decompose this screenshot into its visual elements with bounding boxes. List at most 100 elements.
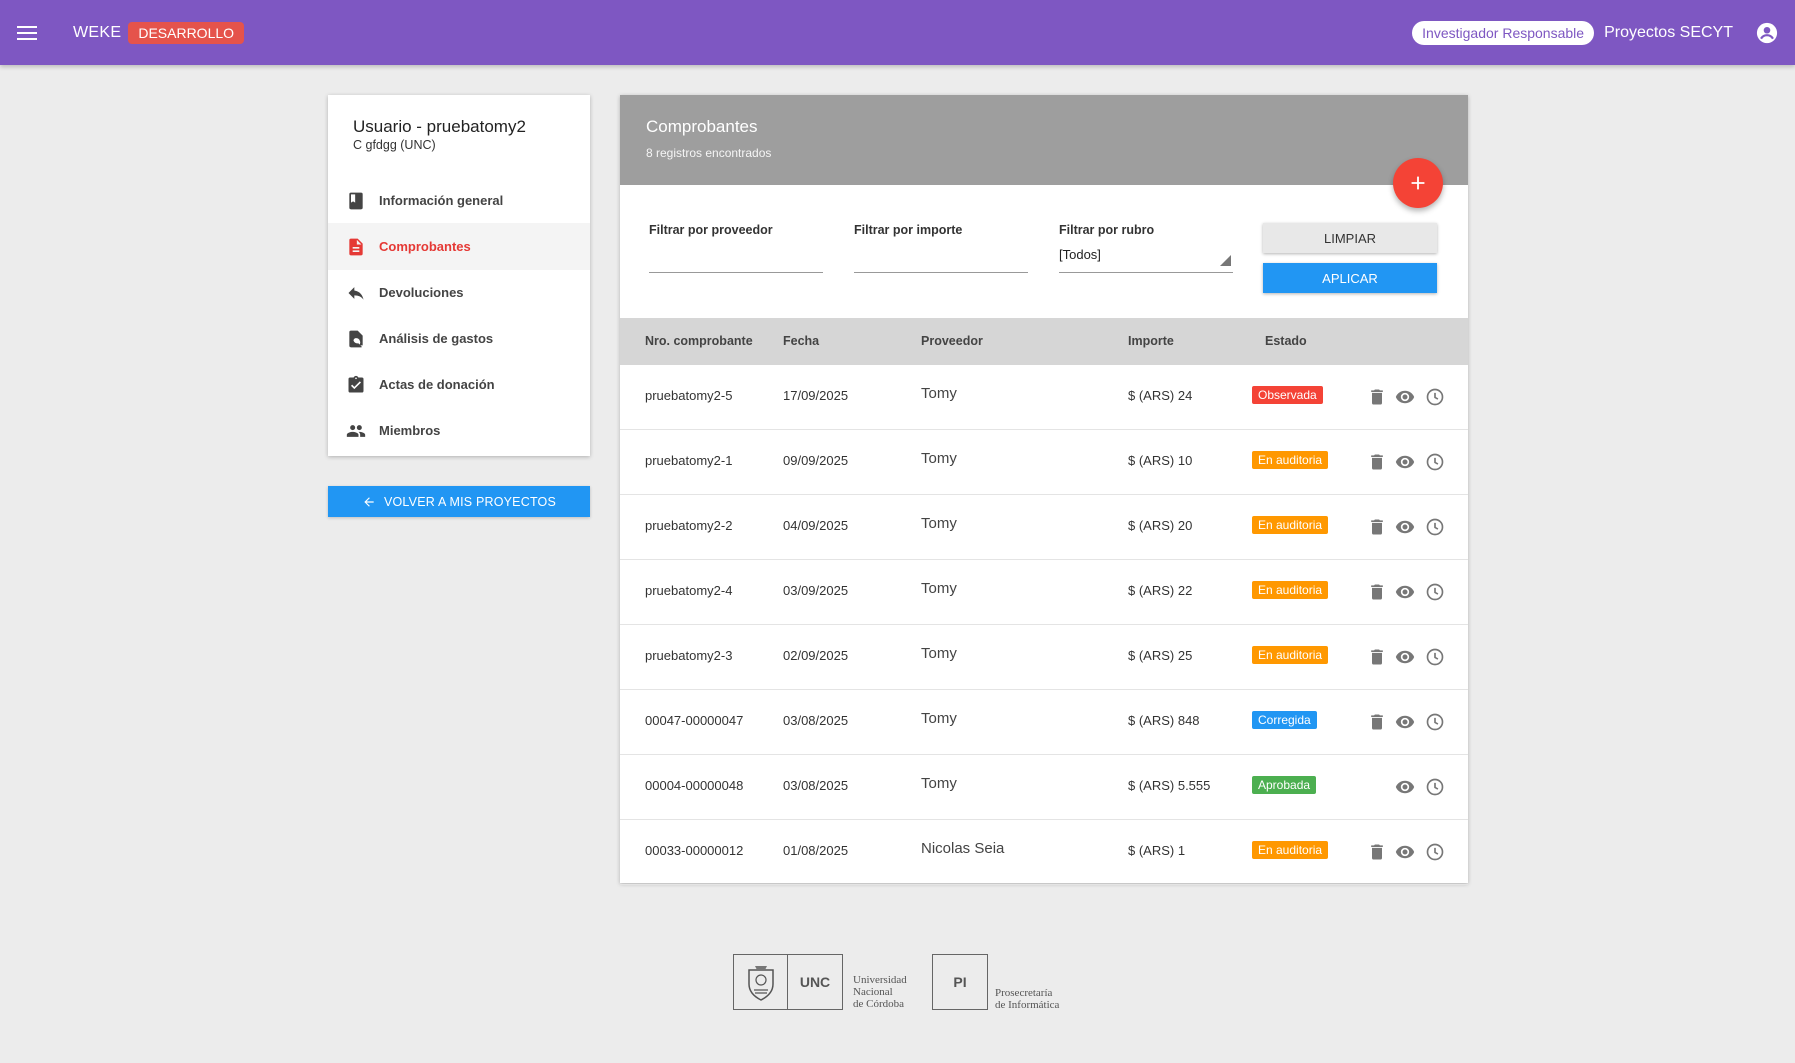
sidebar-item-miembros[interactable]: Miembros [328, 407, 590, 454]
pi-line: de Informática [995, 999, 1060, 1011]
delete-icon [1371, 844, 1383, 860]
table-row[interactable]: 00033-00000012 01/08/2025 Nicolas Seia $ (A… [620, 820, 1468, 885]
cell-proveedor: Tomy [921, 515, 957, 532]
sidebar-item-label: Devoluciones [379, 285, 464, 300]
eye-icon [1395, 390, 1415, 404]
delete-icon [1371, 649, 1383, 665]
table-row[interactable]: 00047-00000047 03/08/2025 Tomy $ (ARS) 848 C… [620, 690, 1468, 755]
status-badge: En auditoria [1252, 646, 1329, 664]
history-clock-icon [1426, 453, 1444, 471]
sidebar-item-label: Actas de donación [379, 377, 495, 392]
projects-link[interactable]: Proyectos SECYT [1604, 24, 1733, 42]
back-to-projects-button[interactable]: VOLVER A MIS PROYECTOS [328, 486, 590, 517]
sidebar-item-analisis-de-gastos[interactable]: Análisis de gastos [328, 315, 590, 362]
account-circle-icon[interactable] [1756, 22, 1778, 44]
history-clock-icon [1426, 778, 1444, 796]
filter-proveedor-input[interactable] [649, 247, 823, 273]
back-button-label: VOLVER A MIS PROYECTOS [383, 494, 557, 509]
cell-fecha: 04/09/2025 [783, 518, 849, 533]
sidebar-item-devoluciones[interactable]: Devoluciones [328, 269, 590, 316]
delete-icon [1371, 519, 1383, 535]
filter-rubro: Filtrar por rubro [Todos] [1059, 223, 1233, 273]
role-chip[interactable]: Investigador Responsable [1412, 20, 1595, 45]
sidebar-item-comprobantes[interactable]: Comprobantes [328, 223, 590, 270]
cell-nro: pruebatomy2-3 [645, 648, 733, 663]
history-clock-icon [1426, 713, 1444, 731]
delete-icon [1371, 389, 1383, 405]
cell-proveedor: Tomy [921, 775, 957, 792]
add-comprobante-button[interactable] [1393, 158, 1443, 208]
clear-filters-button[interactable]: LIMPIAR [1263, 223, 1437, 253]
assignment-check-icon [348, 375, 364, 392]
table-row[interactable]: pruebatomy2-1 09/09/2025 Tomy $ (ARS) 10 En … [620, 430, 1468, 495]
cell-proveedor: Nicolas Seia [921, 840, 1005, 857]
environment-badge: DESARROLLO [128, 21, 245, 44]
cell-proveedor: Tomy [921, 385, 957, 402]
eye-icon [1395, 845, 1415, 859]
app-brand[interactable]: WEKE [73, 24, 121, 42]
cell-importe: $ (ARS) 848 [1128, 713, 1200, 728]
history-clock-icon [1426, 648, 1444, 666]
cell-nro: 00033-00000012 [645, 843, 744, 858]
filter-proveedor-label: Filtrar por proveedor [649, 223, 773, 237]
history-clock-icon [1426, 518, 1444, 536]
cell-fecha: 03/08/2025 [783, 778, 849, 793]
project-sidebar: Usuario - pruebatomy2 C gfdgg (UNC) Info… [328, 95, 590, 456]
filter-importe-input[interactable] [854, 247, 1028, 273]
table-row[interactable]: pruebatomy2-5 17/09/2025 Tomy $ (ARS) 24 Obs… [620, 365, 1468, 430]
cell-proveedor: Tomy [921, 645, 957, 662]
pi-line: Prosecretaría [995, 987, 1053, 999]
sidebar-item-label: Análisis de gastos [379, 331, 494, 346]
top-app-bar: WEKE DESARROLLO Investigador Responsable… [0, 0, 1795, 65]
column-header-estado[interactable]: Estado [1265, 318, 1307, 365]
eye-icon [1395, 585, 1415, 599]
cell-proveedor: Tomy [921, 450, 957, 467]
unc-seal-icon [734, 955, 788, 1009]
hamburger-menu-icon[interactable] [17, 19, 45, 47]
records-count: 8 registros encontrados [646, 146, 772, 160]
arrow-back-icon [364, 496, 374, 507]
cell-importe: $ (ARS) 25 [1128, 648, 1193, 663]
book-icon [349, 192, 363, 209]
pi-logo: PI [932, 954, 988, 1010]
cell-proveedor: Tomy [921, 580, 957, 597]
comprobantes-card: Comprobantes 8 registros encontrados Fil… [620, 95, 1468, 885]
unc-logo: UNC [733, 954, 843, 1010]
eye-icon [1395, 650, 1415, 664]
pi-name: Prosecretaría de Informática [995, 987, 1059, 1011]
sidebar-item-label: Miembros [379, 423, 441, 438]
reply-icon [348, 286, 364, 300]
eye-icon [1395, 455, 1415, 469]
status-badge: En auditoria [1252, 516, 1329, 534]
cell-nro: 00004-00000048 [645, 778, 744, 793]
card-title: Comprobantes [646, 117, 758, 136]
status-badge: En auditoria [1252, 451, 1329, 469]
column-header-proveedor[interactable]: Proveedor [921, 318, 983, 365]
eye-icon [1395, 715, 1415, 729]
filter-rubro-select[interactable]: [Todos] [1059, 245, 1233, 273]
history-clock-icon [1426, 843, 1444, 861]
status-badge: Aprobada [1252, 776, 1317, 794]
cell-importe: $ (ARS) 22 [1128, 583, 1193, 598]
status-badge: En auditoria [1252, 581, 1329, 599]
sidebar-item-informacion-general[interactable]: Información general [328, 177, 590, 224]
cell-fecha: 03/09/2025 [783, 583, 849, 598]
filter-rubro-label: Filtrar por rubro [1059, 223, 1155, 237]
table-row[interactable]: pruebatomy2-3 02/09/2025 Tomy $ (ARS) 25 En … [620, 625, 1468, 690]
eye-icon [1395, 520, 1415, 534]
cell-nro: pruebatomy2-2 [645, 518, 733, 533]
apply-filters-button[interactable]: APLICAR [1263, 263, 1437, 293]
column-header-nro[interactable]: Nro. comprobante [645, 318, 753, 365]
unc-line: de Córdoba [853, 998, 905, 1010]
column-header-fecha[interactable]: Fecha [783, 318, 819, 365]
column-header-importe[interactable]: Importe [1128, 318, 1174, 365]
delete-icon [1371, 584, 1383, 600]
cell-importe: $ (ARS) 1 [1128, 843, 1186, 858]
plus-icon [1411, 176, 1425, 190]
sidebar-item-label: Comprobantes [379, 239, 471, 254]
table-row[interactable]: pruebatomy2-4 03/09/2025 Tomy $ (ARS) 22 En … [620, 560, 1468, 625]
status-badge: Observada [1252, 386, 1323, 404]
table-row[interactable]: 00004-00000048 03/08/2025 Tomy $ (ARS) 5.55… [620, 755, 1468, 820]
table-row[interactable]: pruebatomy2-2 04/09/2025 Tomy $ (ARS) 20 En … [620, 495, 1468, 560]
sidebar-item-actas-de-donacion[interactable]: Actas de donación [328, 361, 590, 408]
